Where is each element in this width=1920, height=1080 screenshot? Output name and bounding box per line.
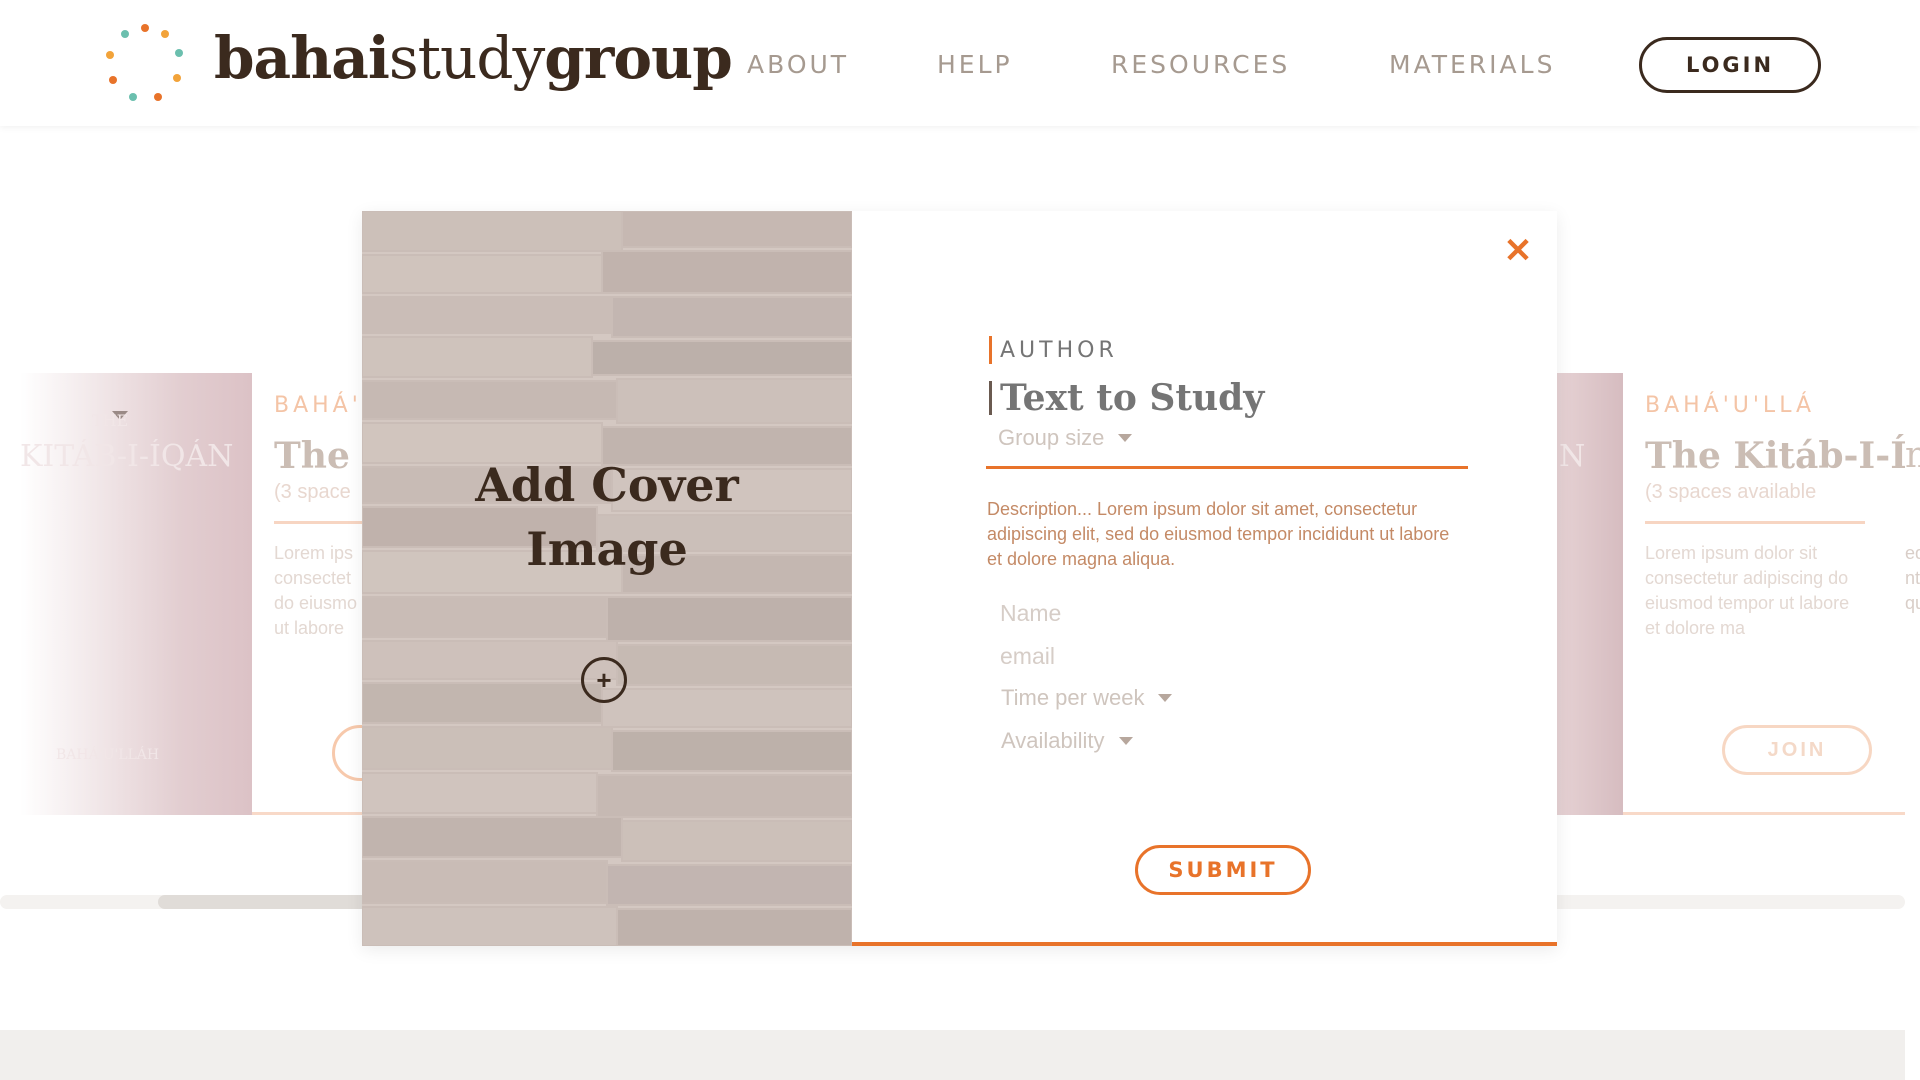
card-title: The K — [274, 435, 372, 477]
cover-image-panel[interactable]: Add Cover Image + — [362, 211, 852, 946]
logo-part-bahai: bahai — [214, 24, 390, 92]
logo-dots-icon — [106, 24, 183, 101]
create-group-modal: Add Cover Image + ✕ Group size Descripti… — [362, 211, 1557, 946]
chevron-down-icon — [1118, 737, 1133, 745]
nav-resources[interactable]: RESOURCES — [1111, 50, 1290, 79]
card-spaces: (3 spaces available — [1645, 481, 1817, 503]
cover-author: BAHÁ'U'LLÁH — [56, 747, 160, 763]
nav-help[interactable]: HELP — [937, 50, 1013, 79]
availability-label: Availability — [1001, 728, 1105, 753]
book-cover-right[interactable]: N — [1557, 373, 1623, 815]
cover-title: KITÁB-I-ÍQÁN — [20, 439, 234, 474]
card-join-button[interactable]: JOIN — [1722, 725, 1872, 775]
edge-card-fragment: n ed nt qu — [1905, 373, 1920, 815]
cover-small-text: THE — [92, 411, 129, 430]
card-bottom-rule — [1623, 812, 1905, 815]
author-input[interactable] — [998, 337, 1302, 364]
card-spaces: (3 space — [274, 481, 351, 503]
card-title: The Kitáb-I-Í — [1645, 435, 1905, 477]
group-description[interactable]: Description... Lorem ipsum dolor sit ame… — [987, 497, 1469, 572]
login-button[interactable]: LOGIN — [1639, 37, 1821, 93]
card-divider — [274, 521, 372, 524]
nav-materials[interactable]: MATERIALS — [1389, 50, 1555, 79]
group-size-select[interactable]: Group size — [998, 425, 1133, 451]
logo-part-study: study — [388, 24, 545, 92]
nav-about[interactable]: ABOUT — [747, 50, 849, 79]
book-cover-left[interactable]: THE KITÁB-I-ÍQÁN BAHÁ'U'LLÁH — [20, 373, 252, 815]
carousel-scrollbar-thumb[interactable] — [158, 895, 368, 909]
card-category: BAHÁ'U'LLÁ — [1645, 393, 1816, 418]
email-input[interactable] — [998, 642, 1402, 671]
site-logo[interactable]: bahaistudygroup — [214, 24, 733, 92]
text-to-study-input[interactable] — [998, 376, 1462, 420]
edge-title-fragment: n — [1905, 435, 1920, 476]
name-input[interactable] — [998, 599, 1402, 628]
plus-circle-icon[interactable]: + — [581, 657, 627, 703]
text-cursor — [989, 336, 992, 364]
time-per-week-label: Time per week — [1001, 685, 1145, 710]
card-category: BAHÁ' — [274, 393, 362, 418]
close-icon[interactable]: ✕ — [1498, 231, 1538, 271]
book-card-left[interactable]: BAHÁ' The K (3 space Lorem ips consectet… — [252, 373, 372, 815]
logo-part-group: group — [544, 24, 733, 92]
text-cursor — [989, 381, 992, 415]
join-label: JOIN — [1767, 738, 1827, 761]
book-card-right[interactable]: BAHÁ'U'LLÁ The Kitáb-I-Í (3 spaces avail… — [1623, 373, 1905, 815]
chevron-down-icon — [1158, 694, 1173, 702]
footer-band — [0, 1030, 1905, 1080]
site-header: bahaistudygroup ABOUT HELP RESOURCES MAT… — [0, 0, 1920, 126]
card-divider — [1645, 521, 1865, 524]
add-cover-title: Add Cover Image — [475, 458, 739, 576]
form-bottom-accent — [852, 942, 1557, 946]
chevron-down-icon — [1118, 434, 1133, 442]
availability-select[interactable]: Availability — [1001, 728, 1133, 754]
time-per-week-select[interactable]: Time per week — [1001, 685, 1173, 711]
submit-button[interactable]: SUBMIT — [1135, 845, 1311, 895]
card-bottom-rule — [252, 812, 372, 815]
edge-desc-fragment: ed nt qu — [1905, 543, 1920, 613]
group-size-label: Group size — [998, 425, 1105, 450]
card-description: Lorem ips consectet do eiusmo ut labore — [274, 543, 358, 638]
form-divider — [986, 466, 1468, 469]
form-panel — [852, 211, 1557, 946]
cover-title-fragment: N — [1559, 439, 1586, 474]
card-description: Lorem ipsum dolor sit consectetur adipis… — [1645, 543, 1850, 638]
